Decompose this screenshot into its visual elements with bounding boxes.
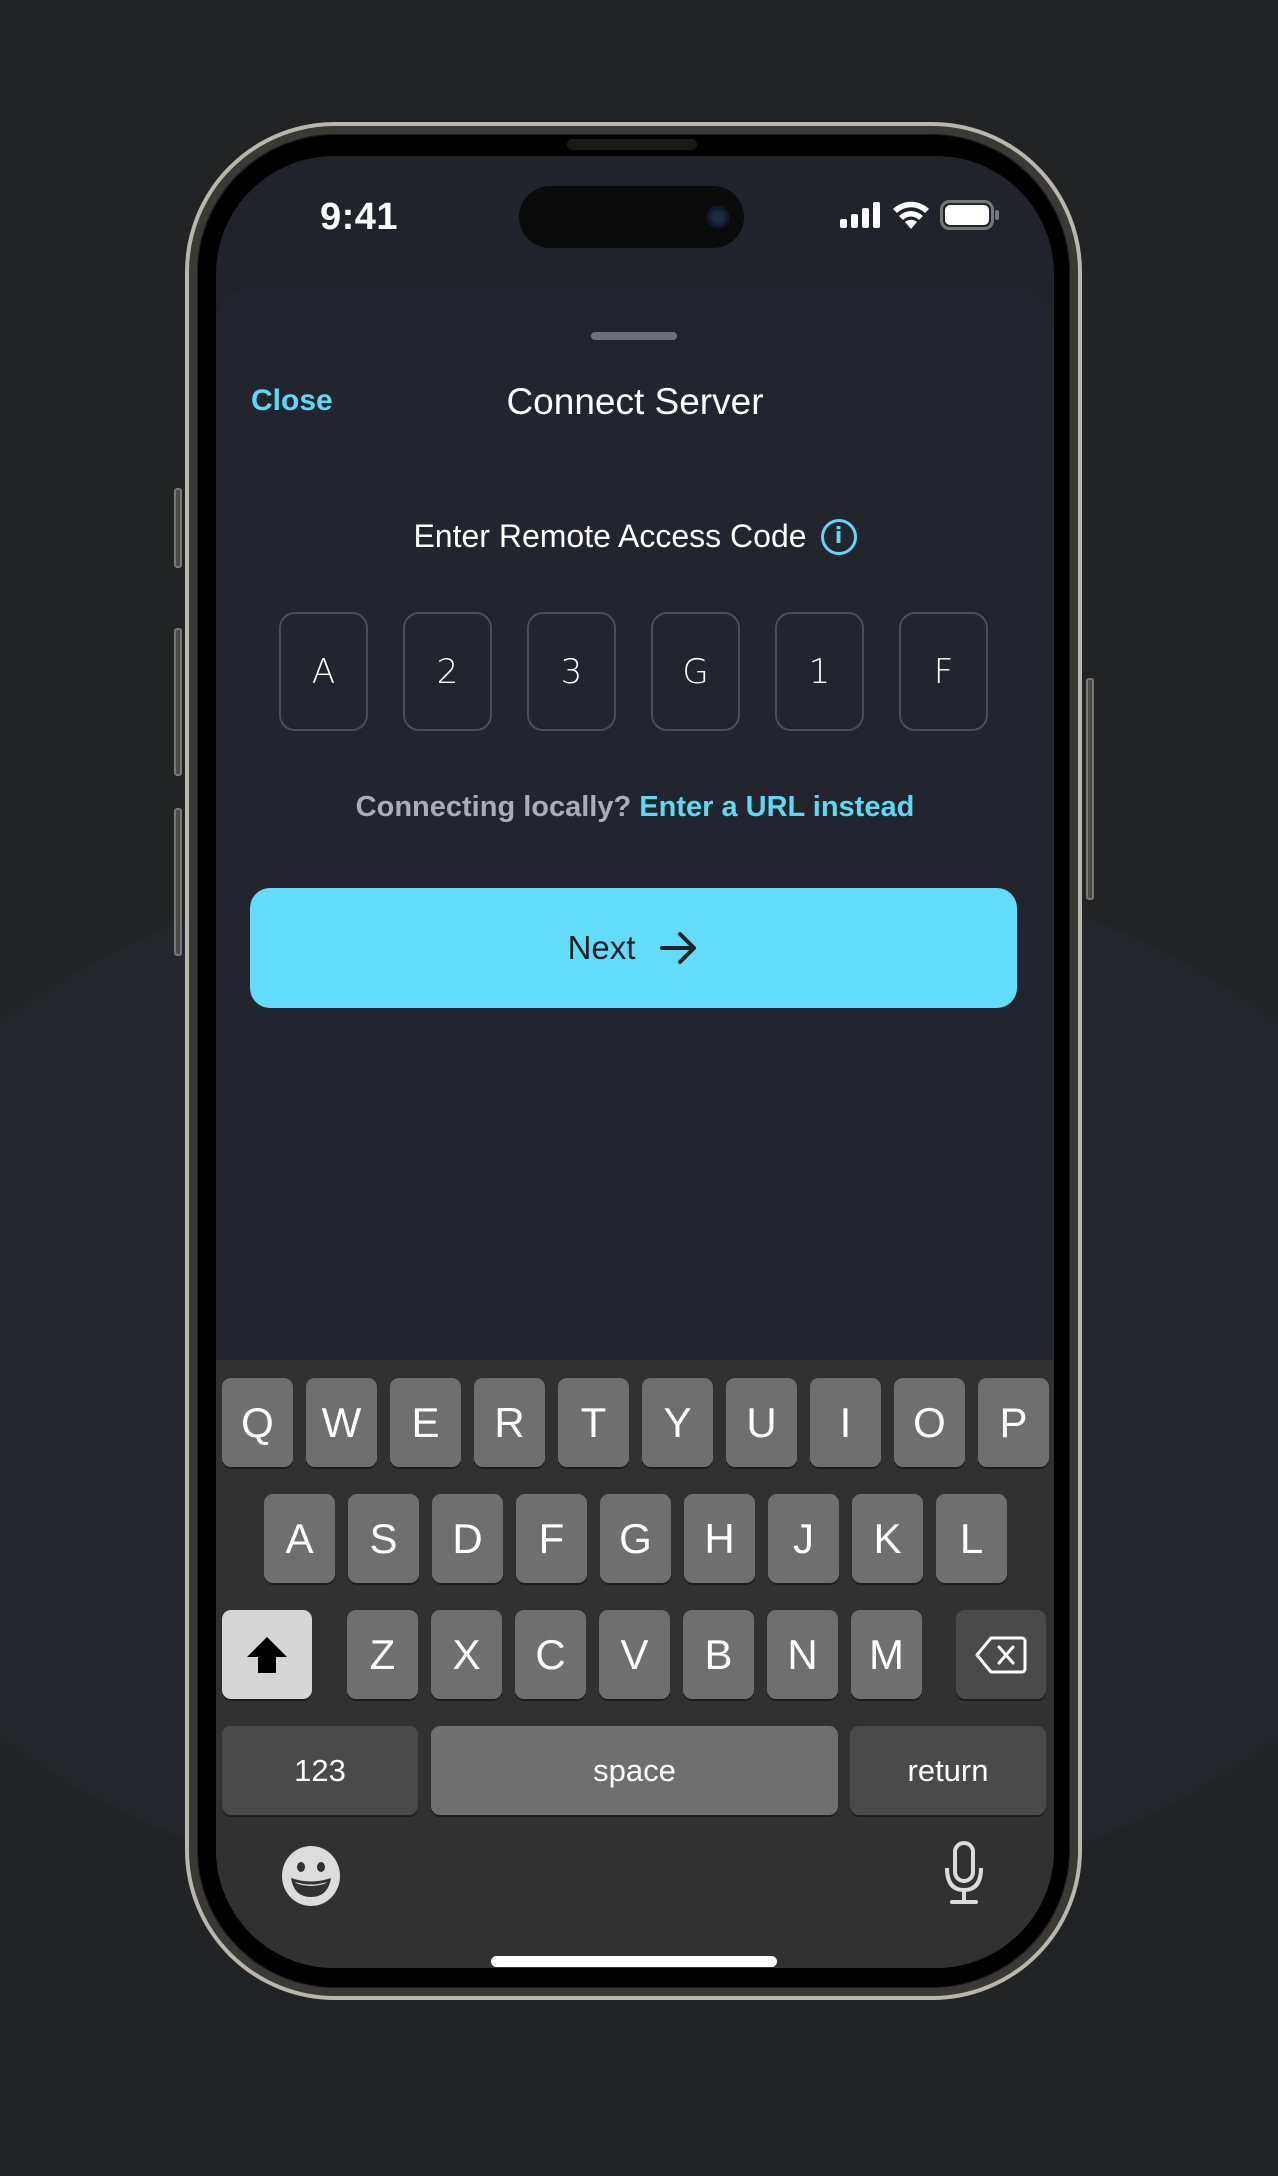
key[interactable]: Q (222, 1378, 293, 1467)
status-bar: 9:41 (216, 156, 1054, 286)
arrow-right-icon (660, 932, 697, 964)
key[interactable]: G (600, 1494, 671, 1583)
phone-screen: 9:41 Close Connect Server Enter Remote A… (216, 156, 1054, 1968)
power-button (1086, 678, 1094, 900)
key[interactable]: I (810, 1378, 881, 1467)
status-time: 9:41 (320, 196, 399, 238)
key[interactable]: Z (347, 1610, 418, 1699)
key[interactable]: Y (642, 1378, 713, 1467)
sheet-drag-handle[interactable] (591, 332, 677, 340)
next-button-label: Next (567, 929, 636, 966)
key[interactable]: E (390, 1378, 461, 1467)
code-digit-input[interactable]: A (279, 612, 368, 731)
key[interactable]: O (894, 1378, 965, 1467)
key[interactable]: R (474, 1378, 545, 1467)
numbers-key[interactable]: 123 (222, 1726, 418, 1815)
enter-url-link[interactable]: Enter a URL instead (639, 791, 914, 823)
key[interactable]: K (852, 1494, 923, 1583)
code-input-row: A 2 3 G 1 F (279, 612, 988, 731)
key[interactable]: B (683, 1610, 754, 1699)
space-key[interactable]: space (431, 1726, 838, 1815)
code-label: Enter Remote Access Code (413, 518, 807, 554)
code-digit-input[interactable]: F (899, 612, 988, 731)
key[interactable]: X (431, 1610, 502, 1699)
return-key[interactable]: return (850, 1726, 1046, 1815)
key[interactable]: D (432, 1494, 503, 1583)
keyboard-row-3: ZXCVBNM (216, 1610, 1054, 1699)
wifi-icon (893, 201, 929, 229)
shift-key[interactable] (222, 1610, 312, 1699)
key[interactable]: U (726, 1378, 797, 1467)
key[interactable]: N (767, 1610, 838, 1699)
code-label-row: Enter Remote Access Code i (216, 518, 1054, 555)
key[interactable]: P (978, 1378, 1049, 1467)
next-button[interactable]: Next (250, 888, 1017, 1008)
key[interactable]: H (684, 1494, 755, 1583)
key[interactable]: A (264, 1494, 335, 1583)
backspace-key[interactable] (956, 1610, 1046, 1699)
local-connection-prompt: Connecting locally? Enter a URL instead (216, 791, 1054, 824)
key[interactable]: L (936, 1494, 1007, 1583)
page-title: Connect Server (506, 381, 764, 422)
keyboard-row-1: QWERTYUIOP (216, 1378, 1054, 1467)
dynamic-island (519, 186, 744, 248)
key[interactable]: V (599, 1610, 670, 1699)
cellular-signal-icon (840, 202, 880, 228)
key[interactable]: M (851, 1610, 922, 1699)
keyboard-row-4: 123 space return (216, 1726, 1054, 1815)
earpiece-speaker (567, 139, 697, 150)
backspace-icon (975, 1636, 1027, 1673)
action-button (174, 488, 182, 568)
key[interactable]: T (558, 1378, 629, 1467)
microphone-icon[interactable] (942, 1840, 986, 1906)
emoji-icon[interactable] (281, 1845, 341, 1907)
local-question: Connecting locally? (355, 791, 632, 823)
status-icons (840, 200, 1000, 230)
key[interactable]: F (516, 1494, 587, 1583)
keyboard-row-2: ASDFGHJKL (216, 1494, 1054, 1583)
battery-icon (940, 200, 999, 230)
home-indicator[interactable] (491, 1956, 777, 1967)
shift-arrow-icon (247, 1636, 287, 1673)
volume-up-button (174, 628, 182, 776)
key[interactable]: C (515, 1610, 586, 1699)
keyboard: QWERTYUIOP ASDFGHJKL ZXCVBNM 123 space r… (216, 1360, 1054, 1968)
key[interactable]: J (768, 1494, 839, 1583)
code-digit-input[interactable]: 2 (403, 612, 492, 731)
code-digit-input[interactable]: G (651, 612, 740, 731)
info-icon[interactable]: i (820, 518, 857, 555)
key[interactable]: W (306, 1378, 377, 1467)
volume-down-button (174, 808, 182, 956)
key[interactable]: S (348, 1494, 419, 1583)
code-digit-input[interactable]: 1 (775, 612, 864, 731)
code-digit-input[interactable]: 3 (527, 612, 616, 731)
front-camera-icon (706, 205, 730, 229)
